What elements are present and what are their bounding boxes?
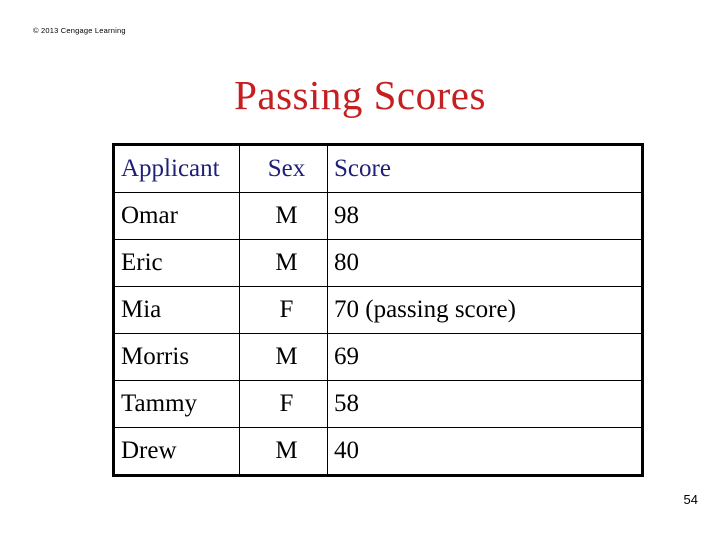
cell-score: 69 <box>327 333 643 381</box>
column-header-score: Score <box>327 144 643 193</box>
copyright-notice: © 2013 Cengage Learning <box>33 26 126 35</box>
cell-applicant: Morris <box>113 333 240 381</box>
column-header-sex: Sex <box>239 144 328 193</box>
cell-sex: M <box>239 239 328 287</box>
table-row: Drew M 40 <box>113 427 643 476</box>
passing-scores-table: Applicant Sex Score Omar M 98 Eric M 80 … <box>112 143 644 477</box>
table-body: Omar M 98 Eric M 80 Mia F 70 (passing sc… <box>113 192 643 476</box>
cell-sex: F <box>239 286 328 334</box>
cell-sex: M <box>239 333 328 381</box>
table-header: Applicant Sex Score <box>113 144 643 193</box>
table-row: Mia F 70 (passing score) <box>113 286 643 334</box>
table-row: Morris M 69 <box>113 333 643 381</box>
passing-scores-table-container: Applicant Sex Score Omar M 98 Eric M 80 … <box>112 143 644 477</box>
cell-sex: M <box>239 192 328 240</box>
cell-applicant: Mia <box>113 286 240 334</box>
cell-applicant: Omar <box>113 192 240 240</box>
cell-score: 98 <box>327 192 643 240</box>
page-title: Passing Scores <box>234 72 486 118</box>
cell-applicant: Tammy <box>113 380 240 428</box>
table-row: Omar M 98 <box>113 192 643 240</box>
cell-sex: M <box>239 427 328 476</box>
cell-applicant: Drew <box>113 427 240 476</box>
cell-score: 80 <box>327 239 643 287</box>
table-header-row: Applicant Sex Score <box>113 144 643 193</box>
page-number: 54 <box>683 492 698 507</box>
table-row: Tammy F 58 <box>113 380 643 428</box>
cell-applicant: Eric <box>113 239 240 287</box>
cell-score: 40 <box>327 427 643 476</box>
cell-score: 70 (passing score) <box>327 286 643 334</box>
column-header-applicant: Applicant <box>113 144 240 193</box>
cell-sex: F <box>239 380 328 428</box>
cell-score: 58 <box>327 380 643 428</box>
table-row: Eric M 80 <box>113 239 643 287</box>
